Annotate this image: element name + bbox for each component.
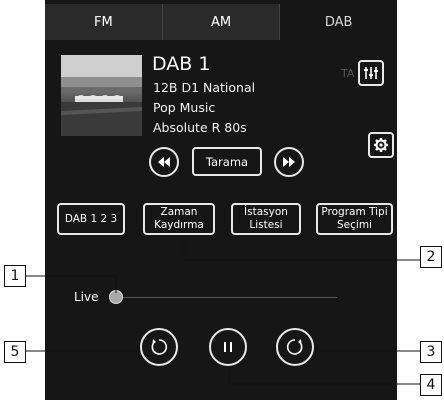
callout-5: 5 <box>4 341 26 363</box>
callout-1: 1 <box>4 265 26 287</box>
callout-4: 4 <box>420 374 442 396</box>
callout-3: 3 <box>420 341 442 363</box>
callout-lines <box>25 236 420 385</box>
callout-2: 2 <box>420 246 442 268</box>
